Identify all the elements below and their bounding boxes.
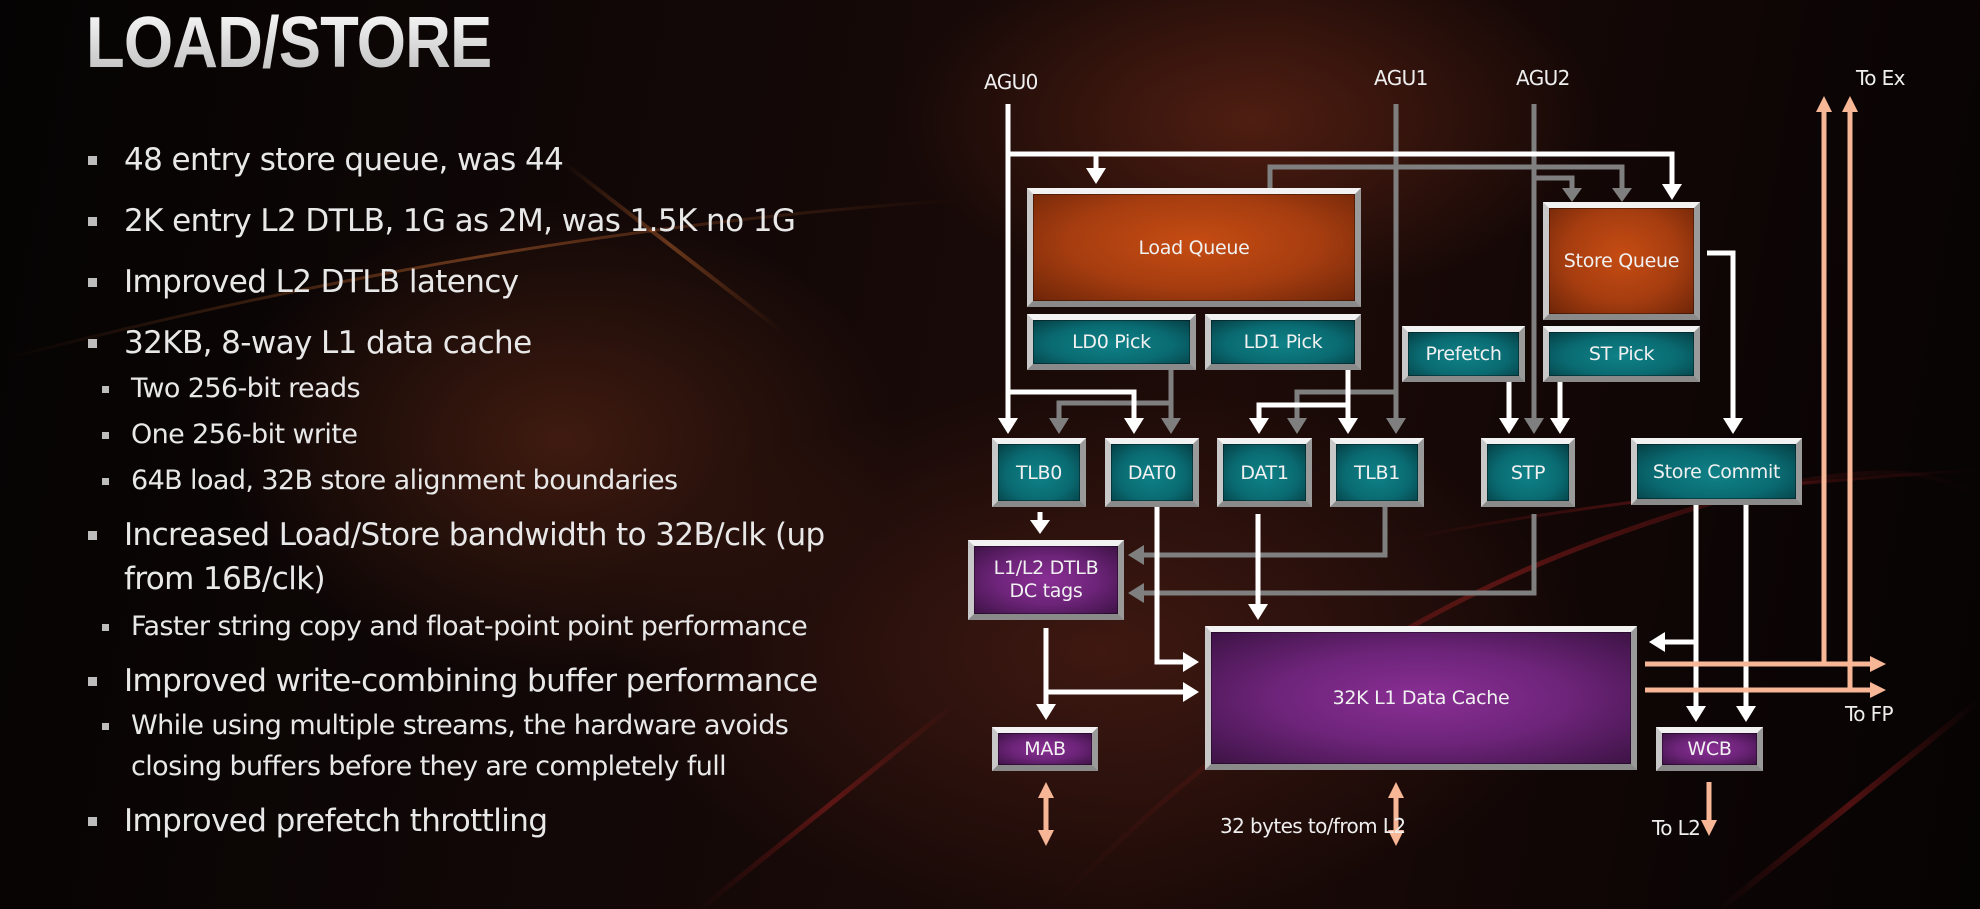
arrowhead [1086, 168, 1106, 184]
dtlb-dc-tags-block: L1/L2 DTLB DC tags [968, 540, 1124, 620]
arrowhead [1562, 188, 1582, 202]
dtlb-to-mab-cache-line [1043, 628, 1185, 706]
commit-to-wcb-line-a [1663, 505, 1699, 708]
arrowhead [1701, 820, 1717, 836]
arrowhead [1287, 418, 1307, 434]
arrowhead [1816, 96, 1832, 112]
arrowhead [1030, 520, 1050, 534]
l2-bus-label: 32 bytes to/from L2 [1220, 814, 1406, 838]
arrowhead [1524, 418, 1544, 434]
stp-block: STP [1481, 438, 1575, 507]
tlb1-block: TLB1 [1330, 438, 1424, 507]
arrowhead [1161, 418, 1181, 434]
agu0-label: AGU0 [984, 70, 1038, 94]
to-fp-label: To FP [1845, 702, 1894, 726]
arrowhead [1736, 706, 1756, 722]
arrowhead [1612, 188, 1632, 202]
ld1-pick-block: LD1 Pick [1205, 314, 1361, 370]
arrowhead [1870, 682, 1886, 698]
tlb1-to-dtlb-line [1142, 507, 1388, 558]
dat0-to-cache-line [1154, 507, 1185, 665]
arrowhead [1686, 706, 1706, 722]
dat1-block: DAT1 [1217, 438, 1312, 507]
agu2-label: AGU2 [1516, 66, 1570, 90]
l1-data-cache-block: 32K L1 Data Cache [1205, 626, 1637, 770]
arrowhead [1723, 418, 1743, 434]
load-queue-block: Load Queue [1027, 188, 1361, 307]
arrowhead [1049, 418, 1069, 434]
to-l2-label: To L2 [1652, 816, 1701, 840]
arrowhead [1842, 96, 1858, 112]
arrowhead [1870, 656, 1886, 672]
store-commit-block: Store Commit [1631, 438, 1802, 505]
arrowhead [1036, 704, 1056, 720]
prefetch-block: Prefetch [1402, 326, 1525, 382]
arrowhead [998, 418, 1018, 434]
arrowhead [1338, 418, 1358, 434]
arrowhead [1388, 782, 1404, 798]
arrowhead [1038, 782, 1054, 798]
wcb-block: WCB [1656, 727, 1763, 771]
arrowhead [1124, 418, 1144, 434]
arrowhead [1038, 830, 1054, 846]
dat0-block: DAT0 [1105, 438, 1199, 507]
arrowhead [1649, 632, 1665, 652]
store-queue-block: Store Queue [1543, 202, 1700, 320]
arrowhead [1662, 184, 1682, 200]
to-ex-label: To Ex [1856, 66, 1905, 90]
mab-block: MAB [992, 727, 1098, 771]
arrowhead [1248, 604, 1268, 620]
tlb0-block: TLB0 [992, 438, 1086, 507]
arrowhead [1128, 583, 1144, 603]
arrowhead [1183, 682, 1199, 702]
agu1-label: AGU1 [1374, 66, 1428, 90]
sq-to-commit-line [1707, 250, 1736, 418]
arrowhead [1499, 418, 1519, 434]
arrowhead [1128, 545, 1144, 565]
arrowhead [1183, 652, 1199, 672]
arrowhead [1249, 418, 1269, 434]
ld0-pick-block: LD0 Pick [1027, 314, 1196, 370]
st-pick-block: ST Pick [1543, 326, 1700, 382]
arrowhead [1386, 418, 1406, 434]
ld0-to-tlb0-dat0-line [1056, 370, 1174, 420]
arrowhead [1550, 418, 1570, 434]
